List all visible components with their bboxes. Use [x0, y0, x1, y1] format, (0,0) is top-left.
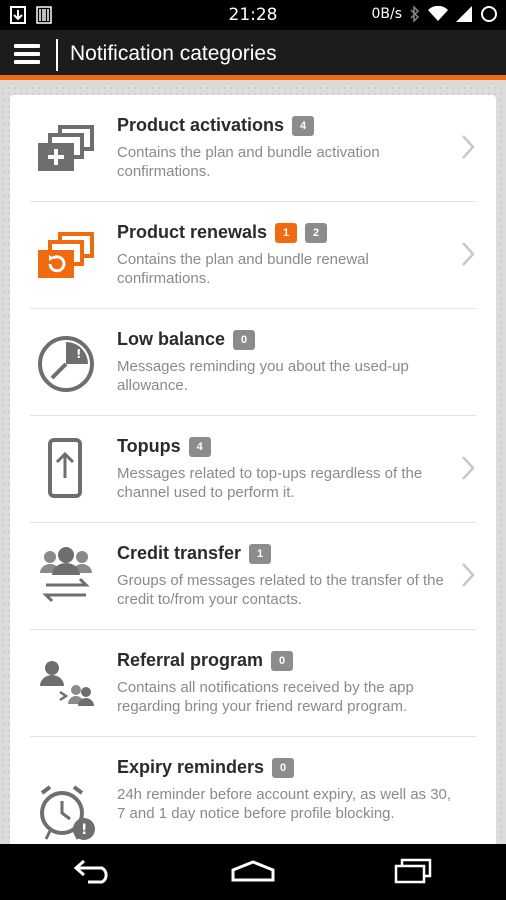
referral-icon — [40, 661, 94, 706]
svg-text:!: ! — [76, 347, 81, 361]
page-title: Notification categories — [70, 42, 277, 65]
app-bar: Notification categories — [0, 30, 506, 80]
wifi-icon — [428, 6, 448, 21]
category-description: 24h reminder before account expiry, as w… — [117, 786, 452, 822]
status-bar: 21:28 0B/s — [0, 0, 506, 30]
category-item-referral-program[interactable]: Referral program 0 Contains all notifica… — [30, 630, 476, 737]
cell-signal-icon — [456, 6, 472, 22]
category-title: Topups — [117, 436, 181, 456]
svg-text:!: ! — [81, 822, 87, 838]
phone-upload-icon — [48, 438, 82, 498]
category-description: Groups of messages related to the transf… — [117, 572, 444, 608]
category-item-topups[interactable]: Topups 4 Messages related to top-ups reg… — [30, 416, 476, 523]
category-title: Credit transfer — [117, 543, 242, 563]
category-description: Contains the plan and bundle activation … — [117, 144, 380, 180]
chevron-right-icon — [462, 242, 475, 266]
category-item-credit-transfer[interactable]: Credit transfer 1 Groups of messages rel… — [30, 523, 476, 630]
category-title: Expiry reminders — [117, 757, 265, 777]
category-description: Messages related to top-ups regardless o… — [117, 465, 423, 501]
chevron-right-icon — [462, 563, 475, 587]
network-speed: 0B/s — [371, 6, 402, 22]
count-badge: 2 — [305, 222, 328, 243]
category-item-product-activations[interactable]: Product activations 4 Contains the plan … — [30, 95, 476, 202]
categories-card: Product activations 4 Contains the plan … — [10, 95, 496, 844]
count-badge: 1 — [249, 543, 272, 564]
count-badge: 4 — [188, 436, 211, 457]
count-badge: 0 — [272, 757, 295, 778]
category-item-low-balance[interactable]: ! Low balance 0 Messages reminding you a… — [30, 309, 476, 416]
count-badge: 4 — [292, 115, 315, 136]
clock-warning-icon: ! — [38, 336, 94, 392]
content-area: Product activations 4 Contains the plan … — [0, 85, 506, 844]
category-description: Contains the plan and bundle renewal con… — [117, 251, 369, 287]
category-title: Product activations — [117, 115, 285, 135]
app-bar-divider — [56, 39, 58, 71]
alarm-warning-icon: ! — [40, 785, 95, 840]
bluetooth-icon — [410, 5, 420, 23]
recent-apps-icon[interactable] — [392, 858, 434, 884]
category-description: Contains all notifications received by t… — [117, 679, 414, 715]
people-transfer-icon — [40, 547, 92, 603]
home-icon[interactable] — [230, 858, 276, 884]
chevron-right-icon — [462, 135, 475, 159]
count-badge: 0 — [271, 650, 294, 671]
chevron-right-icon — [462, 456, 475, 480]
system-nav-bar — [0, 844, 506, 900]
category-item-expiry-reminders[interactable]: ! Expiry reminders 0 24h reminder before… — [30, 737, 476, 844]
category-title: Low balance — [117, 329, 226, 349]
battery-icon — [481, 6, 497, 22]
category-title: Referral program — [117, 650, 264, 670]
count-badge: 0 — [233, 329, 256, 350]
category-title: Product renewals — [117, 222, 268, 242]
category-item-product-renewals[interactable]: Product renewals 1 2 Contains the plan a… — [30, 202, 476, 309]
category-description: Messages reminding you about the used-up… — [117, 358, 409, 394]
hamburger-menu-icon[interactable] — [14, 44, 40, 66]
back-icon[interactable] — [72, 858, 114, 884]
cards-renew-icon — [38, 232, 94, 278]
cards-plus-icon — [38, 125, 94, 171]
unread-count-badge: 1 — [275, 222, 298, 243]
